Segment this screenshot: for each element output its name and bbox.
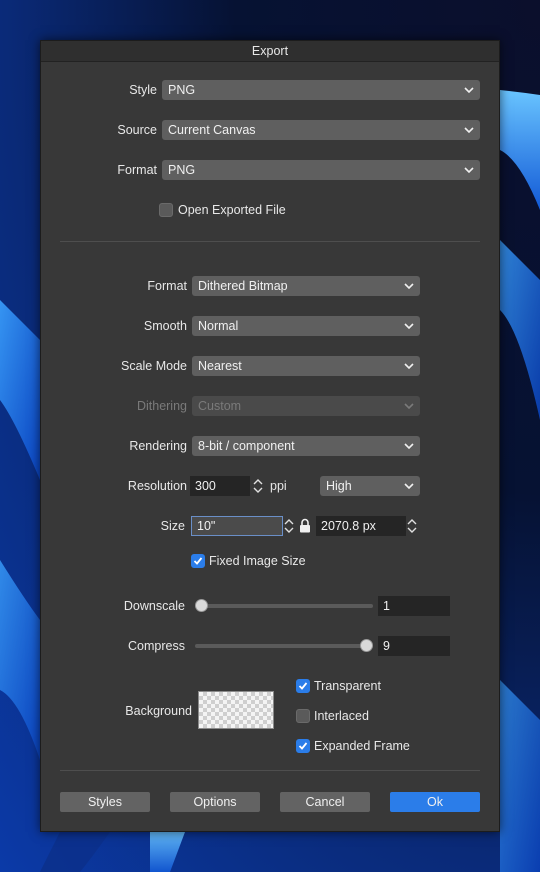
compress-slider-track[interactable]: [195, 644, 373, 648]
rendering-select[interactable]: 8-bit / component: [192, 436, 420, 456]
rendering-label: Rendering: [129, 439, 187, 453]
style-select[interactable]: PNG: [162, 80, 480, 100]
compress-label: Compress: [128, 639, 185, 653]
source-select[interactable]: Current Canvas: [162, 120, 480, 140]
cancel-button[interactable]: Cancel: [280, 792, 370, 812]
chevron-down-icon: [404, 323, 414, 330]
compress-slider-knob[interactable]: [360, 639, 373, 652]
size-pixels-input[interactable]: 2070.8 px: [316, 516, 406, 536]
file-format-value: PNG: [168, 163, 196, 177]
options-button[interactable]: Options: [170, 792, 260, 812]
style-label: Style: [129, 83, 157, 97]
resolution-quality-value: High: [326, 479, 352, 493]
dithering-label: Dithering: [136, 399, 187, 413]
transparent-label: Transparent: [314, 679, 381, 693]
file-format-select[interactable]: PNG: [162, 160, 480, 180]
expanded-frame-checkbox[interactable]: [296, 739, 310, 753]
chevron-down-icon: [464, 127, 474, 134]
fixed-image-size-checkbox[interactable]: [191, 554, 205, 568]
interlaced-label: Interlaced: [314, 709, 369, 723]
resolution-unit: ppi: [270, 479, 287, 493]
source-value: Current Canvas: [168, 123, 256, 137]
chevron-down-icon: [404, 443, 414, 450]
size-pixels-stepper-icon[interactable]: [406, 516, 418, 536]
background-color-swatch[interactable]: [198, 691, 274, 729]
checkmark-icon: [298, 682, 308, 690]
smooth-select[interactable]: Normal: [192, 316, 420, 336]
divider: [60, 770, 480, 771]
source-label: Source: [117, 123, 157, 137]
styles-button[interactable]: Styles: [60, 792, 150, 812]
open-exported-file-label: Open Exported File: [178, 203, 286, 217]
smooth-value: Normal: [198, 319, 239, 333]
chevron-down-icon: [464, 87, 474, 94]
dithering-value: Custom: [198, 399, 242, 413]
chevron-down-icon: [404, 283, 414, 290]
background-label: Background: [125, 704, 192, 718]
size-input[interactable]: 10": [191, 516, 283, 536]
dithering-select: Custom: [192, 396, 420, 416]
chevron-down-icon: [404, 483, 414, 490]
file-format-label: Format: [117, 163, 157, 177]
expanded-frame-label: Expanded Frame: [314, 739, 410, 753]
fixed-image-size-label: Fixed Image Size: [209, 554, 306, 568]
scale-mode-select[interactable]: Nearest: [192, 356, 420, 376]
open-exported-file-checkbox[interactable]: [159, 203, 173, 217]
resolution-quality-select[interactable]: High: [320, 476, 420, 496]
resolution-input[interactable]: 300: [190, 476, 250, 496]
chevron-down-icon: [404, 363, 414, 370]
downscale-input[interactable]: 1: [378, 596, 450, 616]
format-value: Dithered Bitmap: [198, 279, 288, 293]
compress-input[interactable]: 9: [378, 636, 450, 656]
scale-mode-label: Scale Mode: [120, 359, 187, 373]
scale-mode-value: Nearest: [198, 359, 242, 373]
checkmark-icon: [298, 742, 308, 750]
smooth-label: Smooth: [143, 319, 187, 333]
downscale-label: Downscale: [123, 599, 185, 613]
lock-icon[interactable]: [299, 518, 311, 533]
ok-button[interactable]: Ok: [390, 792, 480, 812]
resolution-stepper-icon[interactable]: [252, 476, 264, 496]
downscale-slider-track[interactable]: [195, 604, 373, 608]
interlaced-checkbox[interactable]: [296, 709, 310, 723]
chevron-down-icon: [404, 403, 414, 410]
style-value: PNG: [168, 83, 196, 97]
format-label: Format: [147, 279, 187, 293]
size-stepper-icon[interactable]: [283, 516, 295, 536]
size-label: Size: [160, 519, 185, 533]
checkmark-icon: [193, 557, 203, 565]
downscale-slider-knob[interactable]: [195, 599, 208, 612]
rendering-value: 8-bit / component: [198, 439, 295, 453]
chevron-down-icon: [464, 167, 474, 174]
format-select[interactable]: Dithered Bitmap: [192, 276, 420, 296]
divider: [60, 241, 480, 242]
resolution-label: Resolution: [127, 479, 187, 493]
transparent-checkbox[interactable]: [296, 679, 310, 693]
dialog-title: Export: [41, 41, 499, 62]
